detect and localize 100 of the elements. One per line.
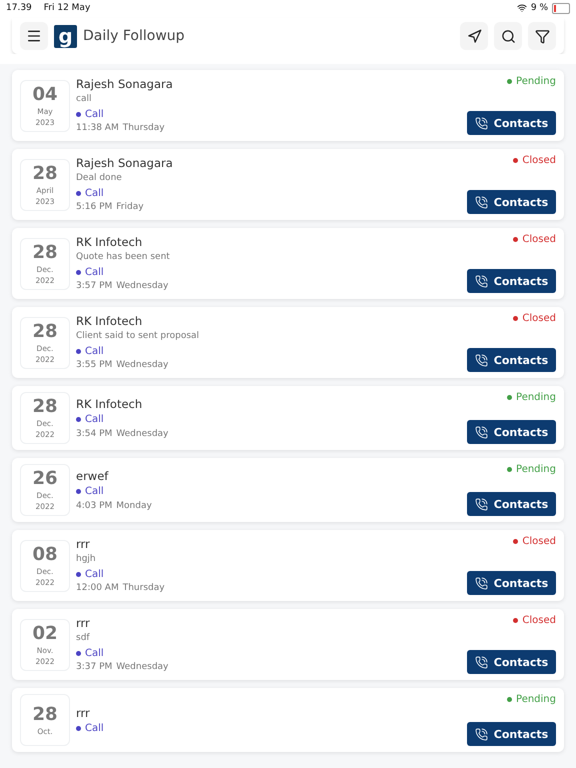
search-button[interactable] [494,22,522,50]
type-dot-icon [76,112,81,116]
followup-time: 3:57 PM [76,280,112,293]
followup-time: 4:03 PM [76,500,112,512]
contacts-button[interactable]: Contacts [467,722,556,746]
page-title: Daily Followup [83,28,185,44]
followup-note: Deal done [76,172,123,185]
followup-time: 11:38 AM [76,122,119,135]
contact-name: rrr [76,536,91,552]
type-dot-icon [76,572,81,576]
followup-weekday: Thursday [122,122,165,135]
battery-icon [552,2,570,14]
followup-type: Call [85,188,104,198]
contacts-button[interactable]: Contacts [467,269,556,293]
status-label: Pending [516,76,556,87]
menu-icon [26,28,42,44]
phone-icon [474,196,488,208]
phone-icon [474,576,488,590]
followup-note: sdf [76,632,91,645]
date-day: 28 [32,704,58,726]
type-dot-icon [76,270,81,274]
followup-type: Call [85,108,104,120]
contacts-button[interactable]: Contacts [467,348,556,372]
followup-time: 12:00 AM [76,582,119,595]
followup-weekday: Thursday [122,582,165,595]
search-icon [500,28,516,44]
date-day: 28 [32,242,58,264]
date-day: 08 [32,544,58,566]
contacts-button[interactable]: Contacts [467,420,556,444]
status-date: Fri 12 May [44,3,90,13]
type-dot-icon [76,650,81,656]
followup-note: call [76,93,92,106]
followup-weekday: Monday [116,500,152,512]
followup-time: 5:16 PM [76,201,112,214]
filter-icon [534,28,550,44]
status-label: Closed [522,536,556,547]
app-logo: g [54,24,77,48]
followup-time: 3:54 PM [76,428,112,440]
type-dot-icon [76,726,81,731]
followup-time: 3:55 PM [76,359,112,372]
phone-icon [474,656,488,668]
date-day: 04 [32,84,58,106]
phone-icon [474,354,488,366]
contact-name: RK Infotech [76,313,144,329]
status-label: Closed [522,155,556,166]
followup-note: Client said to sent proposal [76,330,200,343]
status-label: Closed [522,615,556,626]
followup-note: Quote has been sent [76,251,171,264]
contacts-button[interactable]: Contacts [467,111,556,135]
date-day: 28 [32,162,58,184]
contact-name: RK Infotech [76,396,144,412]
status-label: Pending [516,464,556,475]
status-label: Pending [516,694,556,705]
type-dot-icon [76,417,81,422]
wifi-icon [516,3,527,13]
phone-icon [474,426,488,438]
type-dot-icon [76,348,81,354]
date-day: 28 [32,396,58,418]
followup-weekday: Friday [116,201,144,214]
navigation-button[interactable] [460,22,488,50]
date-day: 28 [32,320,58,342]
followup-type: Call [85,414,104,425]
contacts-button[interactable]: Contacts [467,650,556,674]
contacts-button[interactable]: Contacts [467,190,556,214]
phone-icon [474,728,488,740]
followup-type: Call [85,568,104,580]
followup-type: Call [85,266,104,278]
type-dot-icon [76,489,81,494]
status-label: Closed [522,234,556,245]
followup-type: Call [85,723,104,734]
contact-name: Rajesh Sonagara [76,76,174,92]
contact-name: Rajesh Sonagara [76,155,174,171]
contacts-button[interactable]: Contacts [467,492,556,516]
followup-time: 3:37 PM [76,661,112,674]
followup-type: Call [85,648,104,658]
contact-name: rrr [76,704,91,720]
status-time: 17.39 [6,3,32,13]
followup-note: hgjh [76,553,97,566]
followup-type: Call [85,486,104,497]
contact-name: RK Infotech [76,234,144,250]
phone-icon [474,274,488,288]
followup-weekday: Wednesday [116,280,168,293]
navigation-arrow-icon [466,28,482,44]
status-label: Pending [516,392,556,403]
filter-button[interactable] [528,22,556,50]
type-dot-icon [76,190,81,196]
contacts-button[interactable]: Contacts [467,571,556,595]
phone-icon [474,498,488,510]
date-day: 26 [32,468,58,490]
followup-weekday: Wednesday [116,359,168,372]
status-label: Closed [522,313,556,324]
contact-name: rrr [76,615,91,631]
battery-percent: 9 % [530,3,548,13]
followup-weekday: Wednesday [116,428,168,440]
menu-button[interactable] [20,22,48,50]
phone-icon [474,116,488,130]
date-day: 02 [32,622,58,644]
followup-weekday: Wednesday [116,661,168,674]
followup-type: Call [85,346,104,356]
contact-name: erwef [76,468,110,484]
